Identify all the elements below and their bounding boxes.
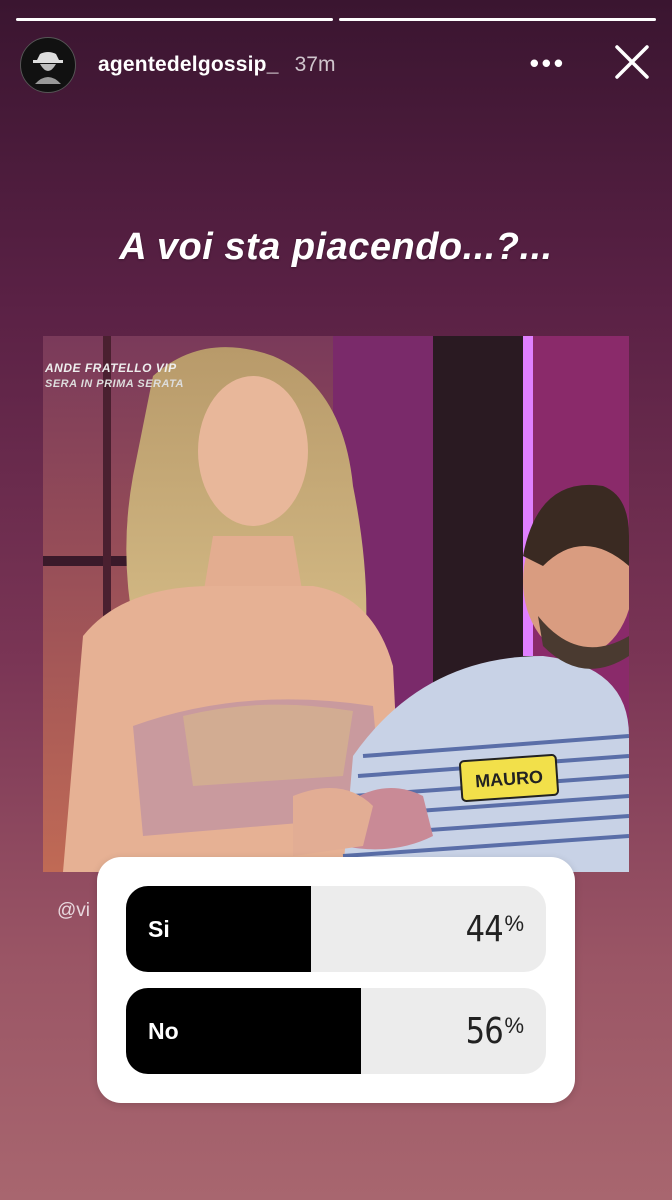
mention-tag[interactable]: @vi [57, 900, 90, 922]
tv-caption-line2: SERA IN PRIMA SERATA [45, 378, 184, 390]
poll-option-label: No [148, 1018, 179, 1044]
close-icon[interactable] [612, 42, 652, 82]
poll-sticker: Si 44% No 56% [97, 857, 575, 1103]
tv-caption-line1: ANDE FRATELLO VIP [45, 361, 177, 375]
poll-option-percent: 56% [465, 1010, 524, 1052]
story-header: agentedelgossip_ 37m ••• [20, 36, 652, 94]
story-progress [16, 18, 656, 21]
poll-option-si[interactable]: Si 44% [126, 886, 546, 972]
avatar[interactable] [20, 37, 76, 93]
progress-segment-2 [339, 18, 656, 21]
poll-option-label: Si [148, 916, 170, 942]
detective-logo-icon [23, 40, 73, 90]
tv-show-photo: MAURO [43, 336, 629, 872]
more-icon[interactable]: ••• [530, 48, 566, 79]
post-time: 37m [294, 53, 336, 76]
progress-segment-1 [16, 18, 333, 21]
poll-option-percent: 44% [465, 908, 524, 950]
story-question-text: A voi sta piacendo...?... [119, 226, 553, 268]
poll-option-no[interactable]: No 56% [126, 988, 546, 1074]
username[interactable]: agentedelgossip_ [98, 53, 279, 77]
story-photo: MAURO ANDE FRATELLO VIP SERA IN PRIMA SE… [43, 336, 629, 872]
